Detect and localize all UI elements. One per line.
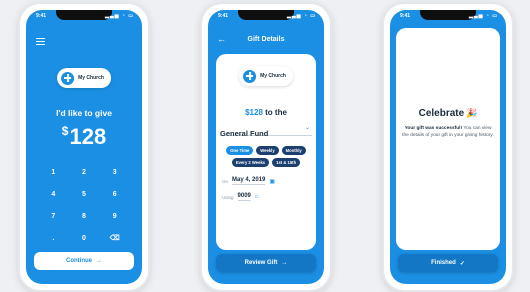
frequency-row-1: One Time Weekly Monthly: [218, 146, 314, 155]
calendar-icon: ▣: [269, 178, 276, 185]
party-popper-icon: 🎉: [466, 108, 478, 118]
status-time: 9:41: [400, 13, 411, 19]
key-8[interactable]: 8: [69, 211, 100, 223]
phone-gift-details: 9:41 ▂▃▅ ◔ ▭ ← Gift Details My Church $1…: [200, 2, 332, 292]
chevron-down-icon: ⌄: [304, 125, 310, 131]
status-bar: 9:41 ▂▃▅ ◔ ▭: [400, 13, 498, 21]
key-0[interactable]: 0: [69, 233, 100, 245]
bank-icon: ⌂: [254, 194, 259, 200]
review-gift-label: Review Gift: [244, 260, 278, 266]
church-label: My Church: [78, 75, 104, 81]
status-icons: ▂▃▅ ◔ ▭: [104, 13, 134, 19]
screen-celebrate: 9:41 ▂▃▅ ◔ ▭ Celebrate 🎉 Your gift was su…: [390, 10, 506, 284]
finished-label: Finished: [431, 260, 456, 266]
status-icons: ▂▃▅ ◔ ▭: [286, 13, 316, 19]
amount-suffix: to the: [265, 108, 287, 117]
success-bold: Your gift was successful!: [404, 126, 463, 131]
phone-give-amount: 9:41 ▂▃▅ ◔ ▭ My Church I'd like to give …: [18, 2, 150, 292]
key-3[interactable]: 3: [99, 167, 130, 179]
key-7[interactable]: 7: [38, 211, 69, 223]
success-message: Your gift was successful! You can view t…: [402, 126, 494, 139]
church-label: My Church: [260, 73, 286, 79]
review-gift-button[interactable]: Review Gift →: [216, 254, 316, 272]
key-decimal[interactable]: .: [38, 233, 69, 245]
date-field[interactable]: On May 4, 2019 ▣: [222, 177, 310, 185]
account-label: Using: [222, 194, 234, 200]
continue-label: Continue: [66, 258, 92, 264]
key-9[interactable]: 9: [99, 211, 130, 223]
header: ← Gift Details: [208, 32, 324, 48]
arrow-right-icon: →: [281, 260, 288, 266]
date-value: May 4, 2019: [232, 177, 266, 185]
celebrate-title: Celebrate 🎉: [390, 108, 506, 119]
finished-button[interactable]: Finished ✓: [398, 254, 498, 272]
church-cross-icon: [61, 71, 75, 85]
currency-symbol: $: [61, 124, 69, 138]
church-cross-icon: [243, 69, 257, 83]
frequency-monthly[interactable]: Monthly: [281, 146, 306, 155]
church-selector[interactable]: My Church: [57, 68, 111, 88]
status-time: 9:41: [36, 13, 47, 19]
key-5[interactable]: 5: [69, 189, 100, 201]
give-title: I'd like to give: [56, 108, 112, 118]
give-amount: $128: [26, 124, 142, 150]
account-field[interactable]: Using 9009 ⌂: [222, 193, 310, 201]
screen-gift-details: 9:41 ▂▃▅ ◔ ▭ ← Gift Details My Church $1…: [208, 10, 324, 284]
key-2[interactable]: 2: [69, 167, 100, 179]
status-bar: 9:41 ▂▃▅ ◔ ▭: [36, 13, 134, 21]
key-4[interactable]: 4: [38, 189, 69, 201]
celebrate-text: Celebrate: [418, 108, 465, 119]
continue-button[interactable]: Continue →: [34, 252, 134, 270]
key-1[interactable]: 1: [38, 167, 69, 179]
menu-icon[interactable]: [36, 38, 45, 46]
status-time: 9:41: [218, 13, 229, 19]
date-label: On: [222, 178, 229, 184]
gift-amount: $128: [245, 108, 263, 117]
frequency-every-2-weeks[interactable]: Every 2 Weeks: [231, 158, 270, 167]
status-icons: ▂▃▅ ◔ ▭: [468, 13, 498, 19]
screen-give-amount: 9:41 ▂▃▅ ◔ ▭ My Church I'd like to give …: [26, 10, 142, 284]
status-bar: 9:41 ▂▃▅ ◔ ▭: [218, 13, 316, 21]
fund-select[interactable]: General Fund ⌄: [220, 123, 312, 138]
check-icon: ✓: [459, 260, 465, 267]
amount-line: $128 to the: [208, 108, 324, 117]
frequency-weekly[interactable]: Weekly: [256, 146, 279, 155]
fund-value: General Fund: [220, 129, 269, 138]
key-6[interactable]: 6: [99, 189, 130, 201]
celebrate-card: [396, 28, 500, 250]
frequency-row-2: Every 2 Weeks 1st & 15th: [218, 158, 314, 167]
amount-value: 128: [69, 124, 107, 149]
frequency-one-time[interactable]: One Time: [226, 146, 254, 155]
account-value: 9009: [237, 193, 251, 201]
page-title: Gift Details: [247, 36, 285, 43]
frequency-1st-15th[interactable]: 1st & 15th: [272, 158, 301, 167]
phone-celebrate: 9:41 ▂▃▅ ◔ ▭ Celebrate 🎉 Your gift was su…: [382, 2, 514, 292]
church-selector[interactable]: My Church: [239, 66, 293, 86]
keypad: 1 2 3 4 5 6 7 8 9 . 0 ⌫: [38, 167, 130, 245]
backspace-icon[interactable]: ⌫: [99, 233, 130, 245]
arrow-right-icon: →: [96, 258, 102, 264]
